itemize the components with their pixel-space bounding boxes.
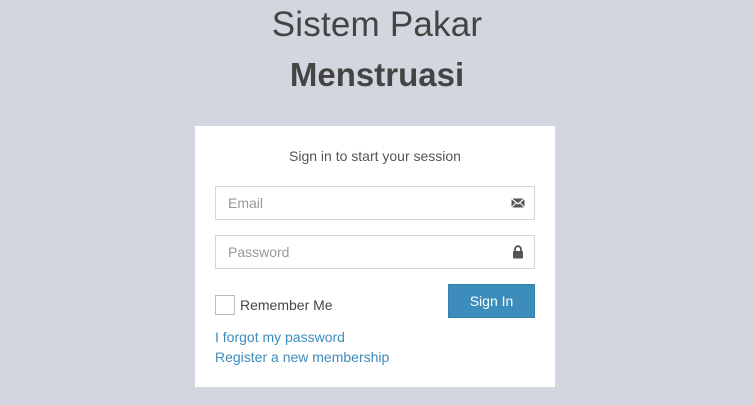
login-box-message: Sign in to start your session	[289, 148, 461, 164]
logo-title-line1: Sistem Pakar	[271, 5, 483, 44]
password-input[interactable]	[216, 236, 508, 268]
envelope-icon	[511, 196, 525, 210]
register-link[interactable]: Register a new membership	[215, 349, 389, 365]
email-input[interactable]	[216, 187, 508, 219]
remember-me-label[interactable]: Remember Me	[240, 297, 333, 313]
sign-in-button[interactable]: Sign In	[448, 284, 535, 318]
logo-title-line2: Menstruasi	[289, 56, 465, 93]
lock-icon	[511, 245, 525, 259]
login-box: Sign in to start your session Remember M…	[195, 126, 555, 387]
email-field-group	[215, 186, 535, 220]
password-field-group	[215, 235, 535, 269]
forgot-password-link[interactable]: I forgot my password	[215, 329, 345, 345]
remember-me-checkbox[interactable]	[215, 295, 235, 315]
